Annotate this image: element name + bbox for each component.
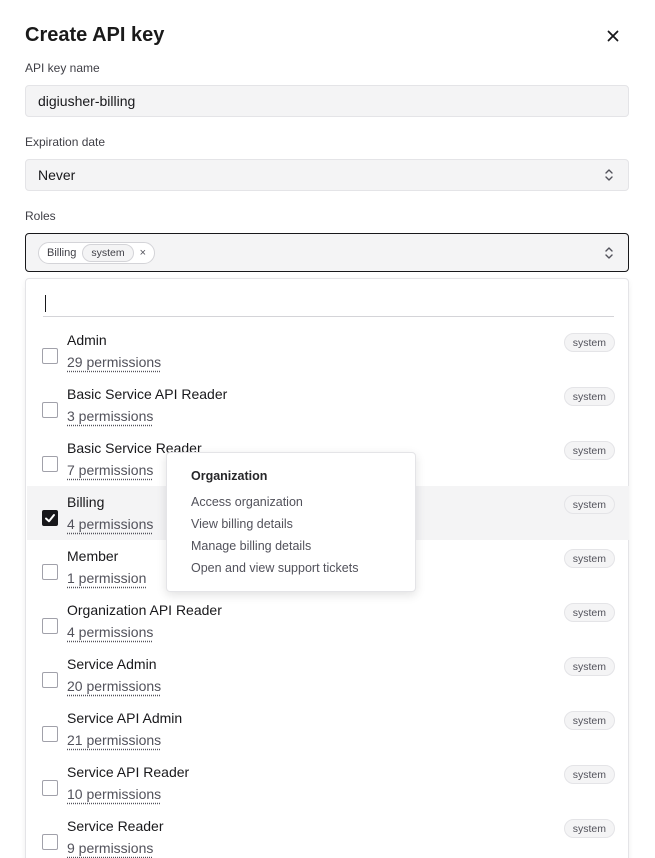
chip-remove-button[interactable]: × xyxy=(140,247,146,259)
role-checkbox[interactable] xyxy=(42,564,58,580)
role-option-row[interactable]: Basic Service API Reader 3 permissions sys… xyxy=(27,378,629,432)
chip-role-name: Billing xyxy=(47,247,76,259)
role-name: Billing xyxy=(67,494,104,510)
chevron-up-down-icon xyxy=(604,246,614,260)
role-checkbox[interactable] xyxy=(42,834,58,850)
system-badge: system xyxy=(564,765,615,784)
role-permissions-link[interactable]: 10 permissions xyxy=(67,786,161,802)
dialog-header: Create API key xyxy=(25,22,629,50)
api-key-name-field[interactable] xyxy=(25,85,629,117)
check-icon xyxy=(44,512,56,524)
role-option-row[interactable]: Service Admin 20 permissions system xyxy=(27,648,629,702)
tooltip-heading: Organization xyxy=(191,469,391,483)
role-permissions-link[interactable]: 4 permissions xyxy=(67,516,153,532)
close-button[interactable] xyxy=(603,26,623,46)
roles-search-input[interactable] xyxy=(43,291,614,315)
close-icon xyxy=(607,30,619,42)
role-permissions-link[interactable]: 7 permissions xyxy=(67,462,153,478)
role-name: Admin xyxy=(67,332,107,348)
system-badge: system xyxy=(564,711,615,730)
system-badge: system xyxy=(564,603,615,622)
system-badge: system xyxy=(564,387,615,406)
role-checkbox[interactable] xyxy=(42,456,58,472)
expiration-select[interactable]: Never xyxy=(25,159,629,191)
role-checkbox[interactable] xyxy=(42,510,58,526)
role-permissions-link[interactable]: 4 permissions xyxy=(67,624,153,640)
api-key-name-label: API key name xyxy=(25,61,100,75)
role-checkbox[interactable] xyxy=(42,618,58,634)
role-permissions-link[interactable]: 1 permission xyxy=(67,570,146,586)
role-name: Service API Admin xyxy=(67,710,182,726)
role-option-row[interactable]: Service API Admin 21 permissions system xyxy=(27,702,629,756)
role-option-row[interactable]: Admin 29 permissions system xyxy=(27,324,629,378)
tooltip-permission: View billing details xyxy=(191,513,391,535)
role-checkbox[interactable] xyxy=(42,780,58,796)
role-checkbox[interactable] xyxy=(42,402,58,418)
chip-system-badge: system xyxy=(82,244,133,262)
role-checkbox[interactable] xyxy=(42,726,58,742)
roles-label: Roles xyxy=(25,209,56,223)
system-badge: system xyxy=(564,819,615,838)
role-name: Service Admin xyxy=(67,656,156,672)
role-option-row[interactable]: Service Reader 9 permissions system xyxy=(27,810,629,858)
api-key-name-input[interactable] xyxy=(38,93,628,109)
system-badge: system xyxy=(564,549,615,568)
dialog-title: Create API key xyxy=(25,22,629,48)
selected-role-chip: Billing system × xyxy=(38,242,155,264)
role-name: Basic Service API Reader xyxy=(67,386,227,402)
text-caret xyxy=(45,295,46,312)
roles-search[interactable] xyxy=(43,291,614,317)
role-permissions-link[interactable]: 9 permissions xyxy=(67,840,153,856)
expiration-value: Never xyxy=(38,167,75,183)
role-permissions-link[interactable]: 29 permissions xyxy=(67,354,161,370)
tooltip-permission: Manage billing details xyxy=(191,535,391,557)
system-badge: system xyxy=(564,333,615,352)
role-name: Service API Reader xyxy=(67,764,189,780)
system-badge: system xyxy=(564,495,615,514)
roles-select[interactable]: Billing system × xyxy=(25,233,629,272)
role-checkbox[interactable] xyxy=(42,348,58,364)
role-permissions-link[interactable]: 3 permissions xyxy=(67,408,153,424)
permissions-tooltip: Organization Access organization View bi… xyxy=(166,452,416,592)
chevron-up-down-icon xyxy=(604,168,614,182)
system-badge: system xyxy=(564,657,615,676)
role-permissions-link[interactable]: 21 permissions xyxy=(67,732,161,748)
tooltip-permission: Access organization xyxy=(191,491,391,513)
role-name: Organization API Reader xyxy=(67,602,222,618)
tooltip-permission: Open and view support tickets xyxy=(191,557,391,579)
role-name: Member xyxy=(67,548,118,564)
role-checkbox[interactable] xyxy=(42,672,58,688)
expiration-label: Expiration date xyxy=(25,135,105,149)
system-badge: system xyxy=(564,441,615,460)
role-option-row[interactable]: Organization API Reader 4 permissions syst… xyxy=(27,594,629,648)
role-permissions-link[interactable]: 20 permissions xyxy=(67,678,161,694)
role-option-row[interactable]: Service API Reader 10 permissions system xyxy=(27,756,629,810)
role-name: Service Reader xyxy=(67,818,164,834)
